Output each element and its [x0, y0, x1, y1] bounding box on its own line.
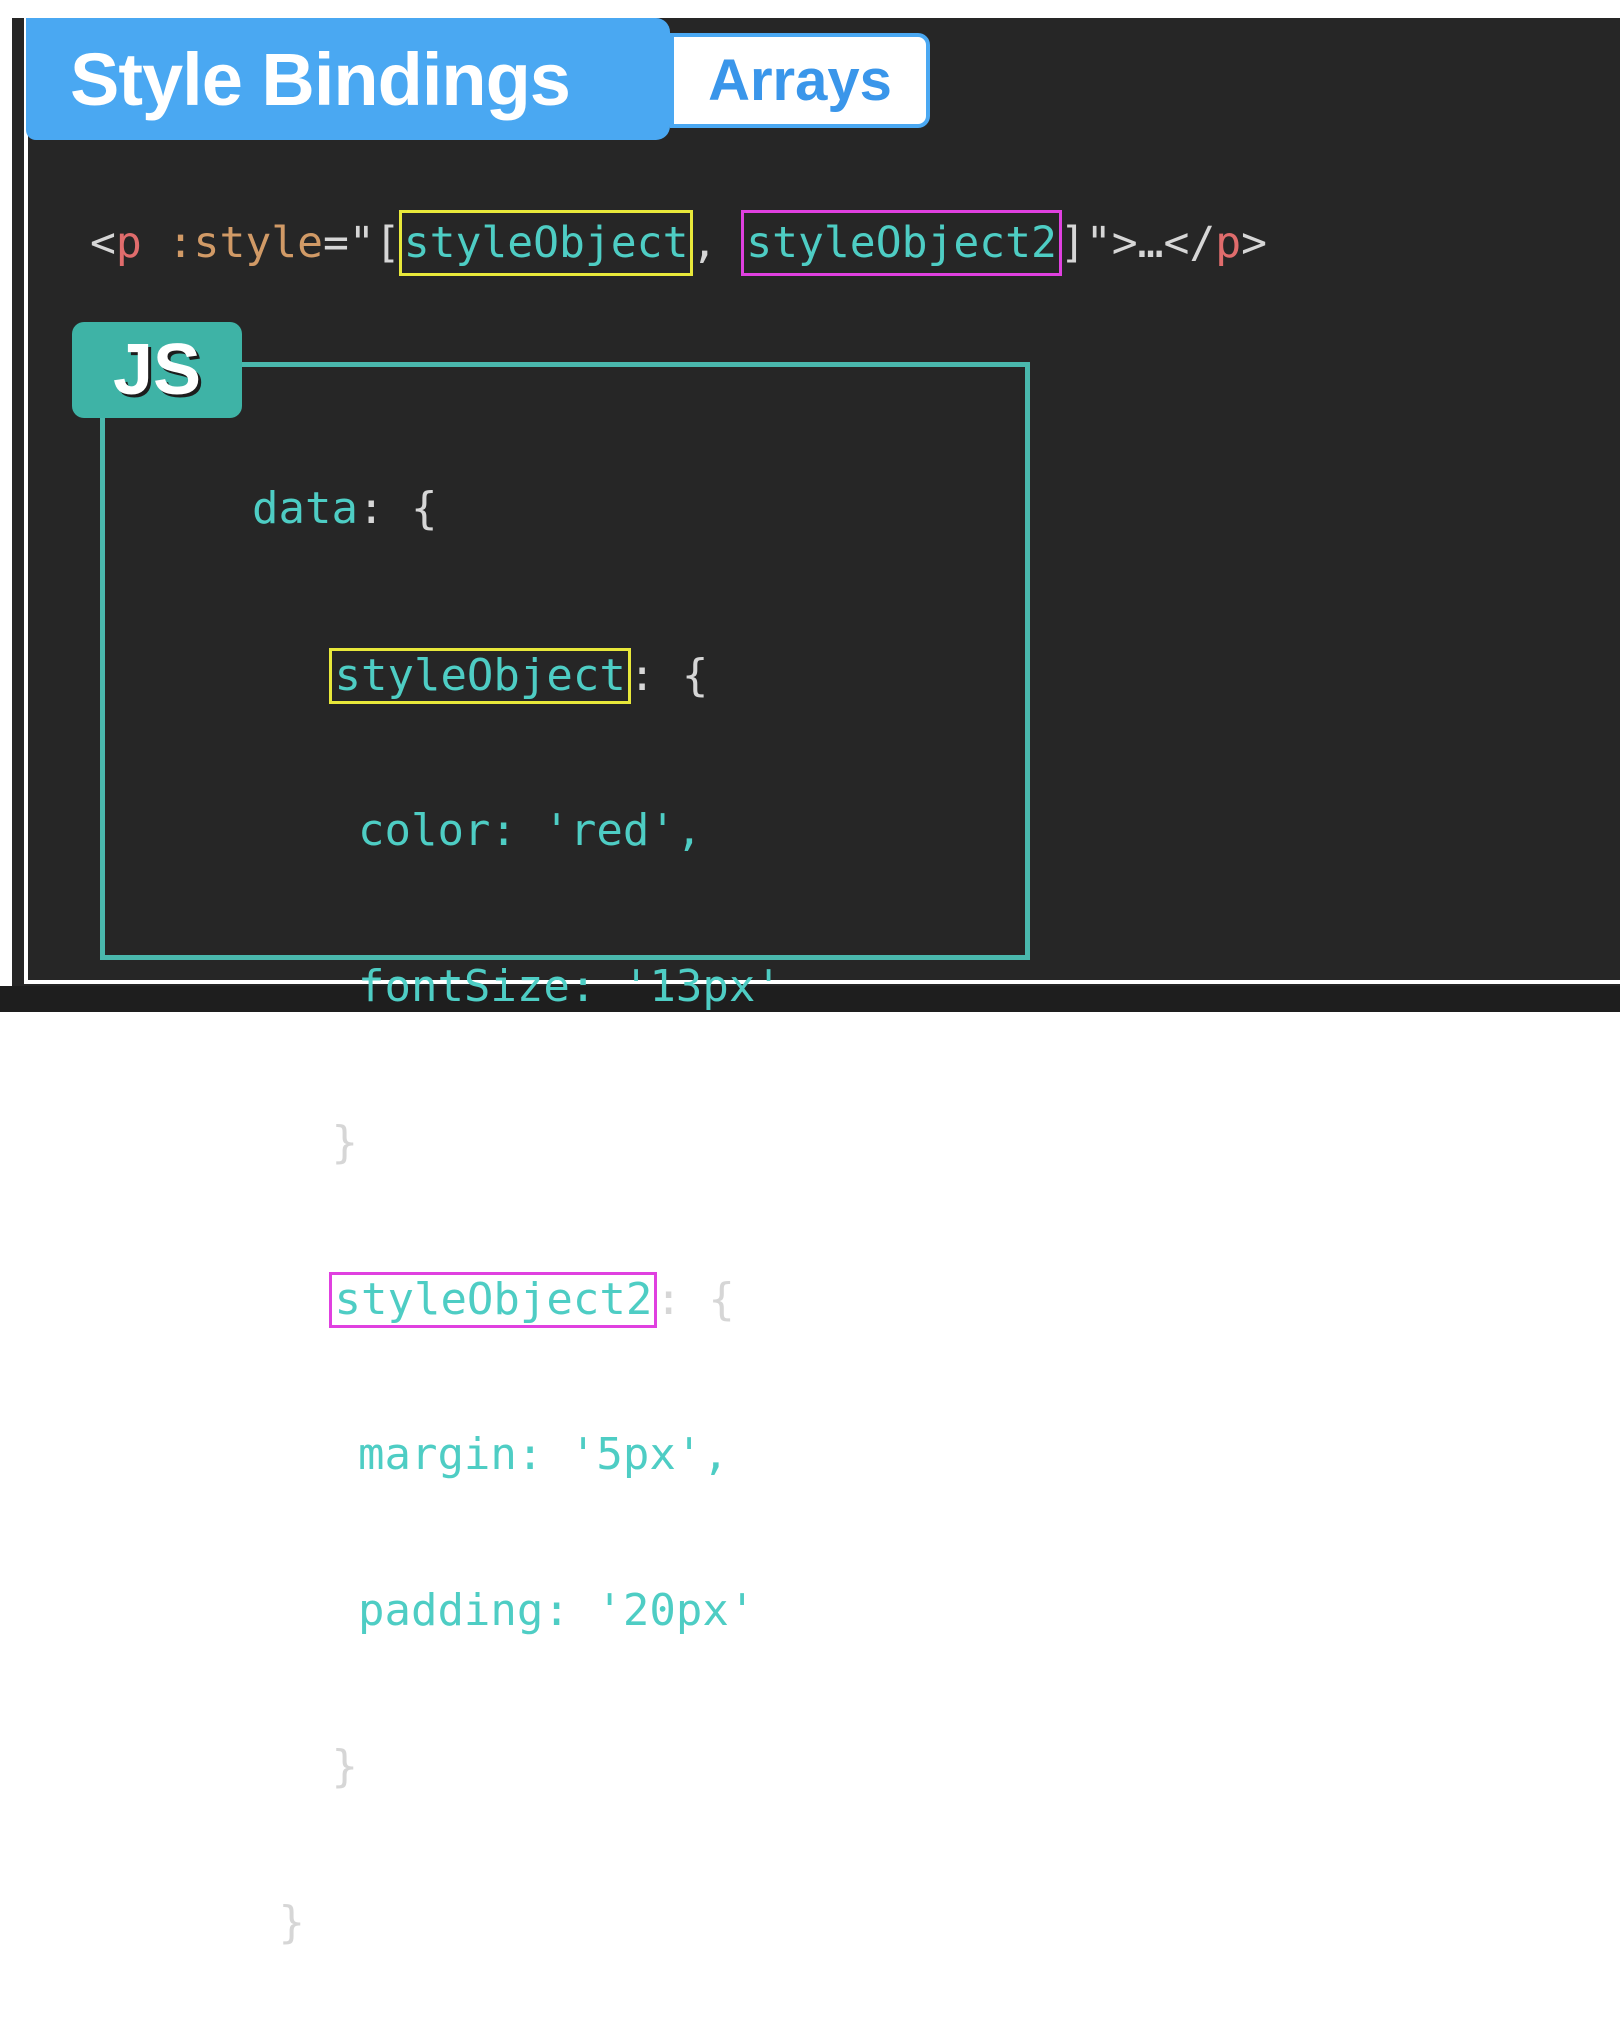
code-styleobject2-close: }	[331, 1741, 358, 1792]
code-fontsize-prop: fontSize: '13px'	[357, 961, 782, 1012]
js-badge-label: JS	[112, 330, 202, 410]
code-line-margin: margin: '5px',	[252, 1428, 782, 1482]
html-gt: >	[1241, 218, 1268, 268]
code-styleobject-key: styleObject	[329, 648, 631, 704]
html-space	[142, 218, 168, 268]
code-data-key: data	[252, 483, 358, 534]
html-eq-bracket: ="[	[323, 218, 401, 268]
code-line-obj2-close: }	[252, 1740, 782, 1794]
code-line-color: color: 'red',	[252, 804, 782, 858]
code-line-fontsize: fontSize: '13px'	[252, 960, 782, 1014]
html-tag-open: p	[115, 218, 142, 268]
html-array-item-styleobject2: styleObject2	[741, 210, 1062, 276]
page-subtitle: Arrays	[708, 48, 892, 113]
code-color-prop: color: 'red',	[357, 805, 703, 856]
code-styleobject2-key: styleObject2	[329, 1272, 658, 1328]
html-comma: ,	[691, 218, 744, 268]
subtitle-tab: Arrays	[670, 33, 930, 128]
page-title: Style Bindings	[70, 37, 571, 121]
html-array-item-styleobject: styleObject	[398, 210, 694, 276]
html-close-bracket: ]">…</	[1059, 218, 1216, 268]
js-code-block: data: { styleObject: { color: 'red', fon…	[252, 380, 782, 2024]
code-line-padding: padding: '20px'	[252, 1584, 782, 1638]
bottom-strip	[0, 986, 1620, 1012]
html-tag-close: p	[1215, 218, 1242, 268]
code-padding-prop: padding: '20px'	[357, 1585, 756, 1636]
title-tab: Style Bindings	[26, 18, 670, 140]
html-example-line: <p :style="[styleObject, styleObject2]">…	[90, 210, 1267, 276]
code-styleobject-close: }	[331, 1117, 358, 1168]
code-styleobject2-open: : {	[655, 1274, 735, 1325]
code-margin-prop: margin: '5px',	[357, 1429, 729, 1480]
code-styleobject-open: : {	[628, 650, 709, 701]
code-data-open: : {	[357, 483, 438, 534]
code-line-styleobject2: styleObject2: {	[252, 1272, 782, 1328]
code-data-close: }	[278, 1897, 306, 1948]
code-line-data: data: {	[252, 482, 782, 536]
code-line-data-close: }	[252, 1896, 782, 1950]
html-style-attr: :style	[167, 218, 324, 268]
html-lt: <	[90, 218, 116, 268]
code-line-obj1-close: }	[252, 1116, 782, 1170]
slide: Style Bindings Arrays <p :style="[styleO…	[0, 0, 1620, 1948]
code-line-styleobject: styleObject: {	[252, 648, 782, 704]
js-badge: JS	[72, 322, 242, 418]
